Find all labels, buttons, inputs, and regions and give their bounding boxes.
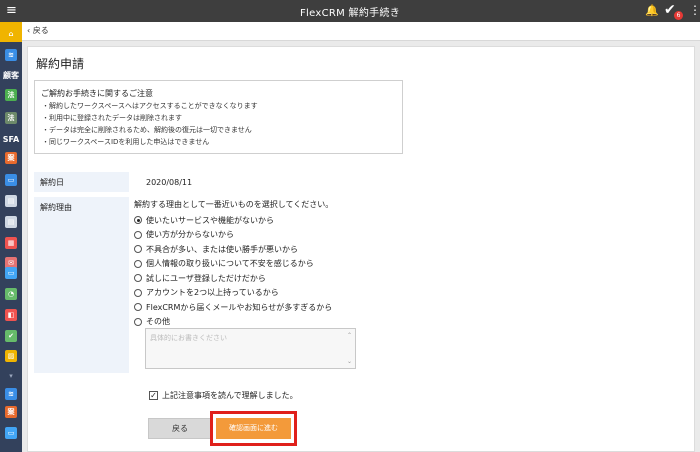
sidebar-todo-icon[interactable]: ✔ [3,328,19,344]
reason-radio[interactable] [134,317,142,326]
reason-option[interactable]: 不具合が多い、または使い勝手が悪いから [134,243,298,255]
reason-label: その他 [146,317,170,326]
top-bar: ≡ FlexCRM 解約手続き 🔔 ✔ 6 ⋮ [0,0,700,22]
reason-option[interactable]: その他 [134,316,170,328]
reason-radio[interactable] [134,303,142,311]
sidebar-report-icon[interactable]: ◔ [3,286,19,302]
task-count-badge: 6 [674,11,683,20]
sub-bar: ‹ 戻る [22,22,700,41]
sidebar-doc2-icon[interactable]: ▤ [3,214,19,230]
reason-option[interactable]: アカウントを2つ以上持っているから [134,287,279,299]
sidebar-sfa-label[interactable]: SFA [3,131,20,147]
reason-option[interactable]: 個人情報の取り扱いについて不安を感じるから [134,258,314,270]
sidebar-chat-icon[interactable]: ▭ [3,172,19,188]
page-title: 解約申請 [36,57,85,71]
notice-line: ・データは完全に削除されるため、解約後の復元は一切できません [42,126,252,134]
cancel-reason-label-cell: 解約理由 [34,197,129,373]
textarea-scroll-up-icon[interactable]: ⌃ [347,332,352,339]
notice-box: ご解約お手続きに関するご注意 ・解約したワークスペースへはアクセスすることができ… [34,80,403,154]
sidebar-customer-corp[interactable]: 法 [3,87,19,103]
sidebar-customer-label[interactable]: 顧客 [3,67,19,83]
cancel-date-value: 2020/08/11 [146,178,193,187]
reason-option[interactable]: 使いたいサービスや機能がないから [134,214,274,226]
notice-line: ・利用中に登録されたデータは削除されます [42,114,182,122]
cancel-date-label: 解約日 [40,178,64,187]
textarea-scroll-down-icon[interactable]: ⌄ [347,358,352,365]
back-link[interactable]: ‹ 戻る [27,25,49,36]
reason-radio[interactable] [134,245,142,253]
reason-option[interactable]: 試しにユーザ登録しただけだから [134,272,266,284]
sidebar-gallery-icon[interactable]: ▨ [3,348,19,364]
sidebar-customer-corp2[interactable]: 法 [3,110,19,126]
notice-heading: ご解約お手続きに関するご注意 [41,89,153,98]
reason-label: 使い方が分からないから [146,230,234,239]
agree-checkbox-row[interactable]: ✓ 上記注意事項を読んで理解しました。 [149,390,298,401]
reason-radio[interactable] [134,274,142,282]
agree-label: 上記注意事項を読んで理解しました。 [162,391,298,400]
sidebar-doc-icon[interactable]: ▤ [3,193,19,209]
back-button[interactable]: 戻る [148,418,212,439]
sidebar-sfa-deal[interactable]: 案 [3,150,19,166]
sidebar-message-icon[interactable]: ▭ [3,265,19,281]
other-reason-textarea[interactable]: 具体的にお書きください ⌃ ⌄ [145,328,356,369]
reason-label: 不具合が多い、または使い勝手が悪いから [146,244,298,254]
notice-line: ・同じワークスペースIDを利用した申込はできません [42,138,210,146]
reason-radio[interactable] [134,230,142,239]
sidebar-notes-icon[interactable]: ◧ [3,307,19,323]
notice-line: ・解約したワークスペースへはアクセスすることができなくなります [42,102,258,110]
reason-prompt: 解約する理由として一番近いものを選択してください。 [134,200,334,209]
reason-radio[interactable] [134,216,142,224]
reason-radio[interactable] [134,259,142,268]
app-title: FlexCRM 解約手続き [299,8,401,19]
cancel-reason-label: 解約理由 [40,203,72,212]
reason-label: アカウントを2つ以上持っているから [146,288,279,297]
sidebar-scroll-icon[interactable]: ▾ [3,368,19,384]
reason-radio[interactable] [134,288,142,297]
reason-option[interactable]: 使い方が分からないから [134,229,234,241]
reason-label: 個人情報の取り扱いについて不安を感じるから [146,259,314,268]
sidebar-database2-icon[interactable]: ≋ [3,386,19,402]
reason-label: 使いたいサービスや機能がないから [146,215,274,225]
sidebar-home-icon[interactable]: ⌂ [3,26,19,42]
kebab-menu-icon[interactable]: ⋮ [689,3,700,17]
bell-icon[interactable]: 🔔 [645,4,659,17]
reason-label: 試しにユーザ登録しただけだから [146,273,266,283]
sidebar-deal2[interactable]: 案 [3,404,19,420]
reason-option[interactable]: FlexCRMから届くメールやお知らせが多すぎるから [134,301,332,313]
sidebar-chat2-icon[interactable]: ▭ [3,425,19,441]
other-reason-placeholder: 具体的にお書きください [150,334,227,342]
back-link-label: 戻る [32,26,49,35]
sidebar-database-icon[interactable]: ≋ [3,47,19,63]
confirm-button[interactable]: 確認画面に進む [216,418,291,439]
reason-label: FlexCRMから届くメールやお知らせが多すぎるから [146,302,333,312]
agree-checkbox[interactable]: ✓ [149,391,158,400]
cancel-date-label-cell: 解約日 [34,172,129,192]
sidebar-calendar-icon[interactable]: ▦ [3,235,19,251]
